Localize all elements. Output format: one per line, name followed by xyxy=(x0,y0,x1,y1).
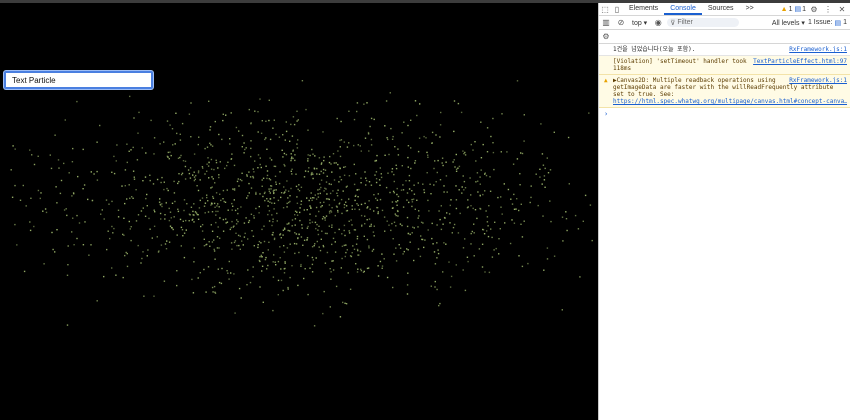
message-source-link[interactable]: TextParticleEffect.html:97 xyxy=(753,58,847,65)
message-text: 1건을 넘었습니다(오늘 포함). xyxy=(613,46,696,53)
console-prompt[interactable]: › xyxy=(599,108,850,118)
message-source-link[interactable]: RxFramework.js:1 xyxy=(789,46,847,53)
close-icon[interactable]: ✕ xyxy=(836,3,848,15)
inspect-element-icon[interactable]: ⬚ xyxy=(599,3,611,15)
tab-sources[interactable]: Sources xyxy=(702,3,740,15)
filter-input[interactable]: ⊽ Filter xyxy=(667,18,740,27)
devtools-panel: ⬚ ▯ Elements Console Sources >> ▲ 1 ▤ 1 … xyxy=(598,3,850,420)
clear-console-icon[interactable]: ⊘ xyxy=(615,17,627,29)
devtools-tab-bar: ⬚ ▯ Elements Console Sources >> ▲ 1 ▤ 1 … xyxy=(599,3,850,16)
warnings-badge[interactable]: ▲ 1 xyxy=(781,6,793,13)
more-tabs-button[interactable]: >> xyxy=(740,3,760,15)
warning-icon: ▲ xyxy=(780,5,788,13)
sidebar-toggle-icon[interactable]: ▥ xyxy=(600,17,612,29)
console-toolbar: ▥ ⊘ top ▾ ◉ ⊽ Filter All levels ▾ 1 Issu… xyxy=(599,16,850,30)
message-text: [Violation] 'setTimeout' handler took 11… xyxy=(613,58,747,72)
warning-icon: ▲ xyxy=(604,77,608,84)
page-viewport xyxy=(0,3,598,420)
issue-icon: ▤ xyxy=(834,19,842,27)
context-select[interactable]: top ▾ xyxy=(630,19,649,27)
message-icon: ▤ xyxy=(794,6,802,13)
more-options-icon[interactable]: ⋮ xyxy=(822,3,834,15)
filter-placeholder: Filter xyxy=(677,19,693,26)
filter-icon: ⊽ xyxy=(670,19,676,27)
messages-badge[interactable]: ▤ 1 xyxy=(794,5,806,14)
log-levels-select[interactable]: All levels ▾ xyxy=(772,19,805,27)
live-expression-eye-icon[interactable]: ◉ xyxy=(652,17,664,29)
particle-canvas xyxy=(10,80,593,327)
messages-count: 1 xyxy=(802,5,806,13)
tab-console[interactable]: Console xyxy=(664,3,702,15)
issues-button[interactable]: 1 Issue: ▤ 1 xyxy=(808,19,850,27)
spec-link[interactable]: https://html.spec.whatwg.org/multipage/c… xyxy=(613,98,847,105)
text-input[interactable] xyxy=(4,71,153,89)
console-message-warning: ▲ RxFramework.js:1 ▶Canvas2D: Multiple r… xyxy=(599,75,850,108)
message-source-link[interactable]: RxFramework.js:1 xyxy=(789,77,847,84)
console-message-log: RxFramework.js:1 1건을 넘었습니다(오늘 포함). xyxy=(599,44,850,56)
warnings-count: 1 xyxy=(788,5,793,13)
issues-label: 1 Issue: xyxy=(807,19,833,26)
settings-gear-icon[interactable]: ⚙ xyxy=(808,3,820,15)
issues-count: 1 xyxy=(843,19,847,26)
device-toolbar-icon[interactable]: ▯ xyxy=(611,3,623,15)
console-settings-icon[interactable]: ⚙ xyxy=(600,31,612,43)
console-settings-row: ⚙ xyxy=(599,30,850,44)
tab-elements[interactable]: Elements xyxy=(623,3,664,15)
console-message-warning: TextParticleEffect.html:97 [Violation] '… xyxy=(599,56,850,75)
